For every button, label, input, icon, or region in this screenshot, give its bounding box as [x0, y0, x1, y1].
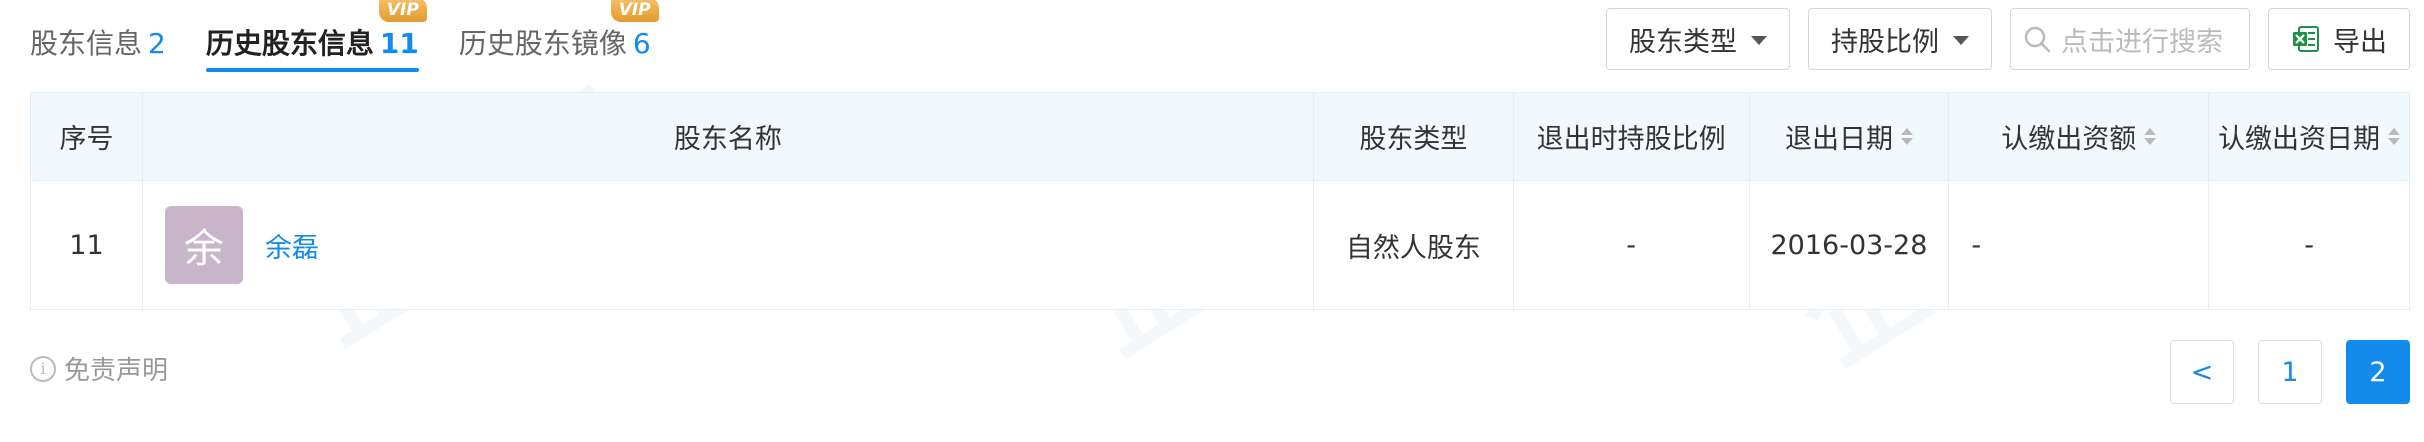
- export-button[interactable]: 导出: [2268, 8, 2410, 70]
- shareholder-name-link[interactable]: 余磊: [265, 226, 319, 265]
- search-input[interactable]: 点击进行搜索: [2010, 8, 2250, 70]
- tab-bar: 股东信息 2 历史股东信息 11 VIP 历史股东镜像 6 VIP: [30, 0, 691, 86]
- excel-icon: [2293, 26, 2319, 52]
- column-header-label: 退出日期: [1784, 124, 1893, 155]
- subscribed-amount: -: [1949, 181, 2210, 309]
- tab-count: 2: [148, 27, 166, 60]
- column-header-label: 认缴出资日期: [2218, 124, 2381, 155]
- prev-page-button[interactable]: <: [2170, 340, 2234, 404]
- tab-shareholder-info[interactable]: 股东信息 2: [30, 0, 166, 72]
- column-header-subscribed-amount[interactable]: 认缴出资额: [1949, 93, 2210, 180]
- search-placeholder: 点击进行搜索: [2061, 26, 2223, 58]
- avatar: 余: [164, 206, 243, 284]
- sort-icon: [2144, 128, 2157, 145]
- history-shareholder-table: 序号 股东名称 股东类型 退出时持股比例 退出日期 认缴出资额 认缴出资日期 1…: [30, 92, 2410, 310]
- sort-icon: [2388, 128, 2401, 145]
- tab-count: 6: [632, 27, 651, 60]
- shareholder-type-dropdown[interactable]: 股东类型: [1606, 8, 1790, 70]
- toolbar: 股东类型 持股比例 点击进行搜索 导出: [1606, 8, 2410, 70]
- vip-badge: VIP: [378, 0, 427, 22]
- caret-down-icon: [1953, 35, 1969, 45]
- exit-date: 2016-03-28: [1750, 181, 1950, 309]
- dropdown-label: 持股比例: [1831, 26, 1939, 58]
- column-header-exit-date[interactable]: 退出日期: [1750, 93, 1950, 180]
- tab-history-shareholder-mirror[interactable]: 历史股东镜像 6 VIP: [458, 0, 659, 72]
- table-header: 序号 股东名称 股东类型 退出时持股比例 退出日期 认缴出资额 认缴出资日期: [31, 93, 2409, 181]
- pagination: < 1 2: [2170, 340, 2410, 404]
- tab-history-shareholder-info[interactable]: 历史股东信息 11 VIP: [205, 0, 427, 72]
- column-header-name: 股东名称: [143, 93, 1314, 180]
- export-label: 导出: [2333, 26, 2387, 58]
- search-icon: [2024, 26, 2051, 53]
- shareholder-type: 自然人股东: [1314, 181, 1514, 309]
- page-button-1[interactable]: 1: [2258, 340, 2322, 404]
- table-row: 11 余 余磊 自然人股东 - 2016-03-28 - -: [31, 181, 2409, 309]
- disclaimer-label: 免责声明: [64, 356, 169, 386]
- column-header-label: 认缴出资额: [2001, 124, 2137, 155]
- tab-label: 股东信息: [30, 27, 143, 60]
- active-tab-indicator: [205, 68, 419, 72]
- disclaimer-link[interactable]: i 免责声明: [30, 350, 168, 387]
- shareholder-name-cell: 余 余磊: [143, 181, 1314, 309]
- tab-count: 11: [379, 27, 419, 60]
- caret-down-icon: [1751, 35, 1767, 45]
- column-header-exit-ratio: 退出时持股比例: [1514, 93, 1750, 180]
- page-button-2[interactable]: 2: [2346, 340, 2410, 404]
- holding-ratio-dropdown[interactable]: 持股比例: [1808, 8, 1992, 70]
- column-header-subscribed-date[interactable]: 认缴出资日期: [2209, 93, 2409, 180]
- dropdown-label: 股东类型: [1629, 26, 1737, 58]
- column-header-index: 序号: [31, 93, 143, 180]
- tab-label: 历史股东镜像: [458, 27, 627, 60]
- column-header-type: 股东类型: [1314, 93, 1514, 180]
- vip-badge: VIP: [610, 0, 659, 22]
- exit-ratio: -: [1514, 181, 1750, 309]
- info-icon: i: [30, 355, 56, 382]
- sort-icon: [1900, 128, 1913, 145]
- tab-label: 历史股东信息: [205, 27, 374, 60]
- row-index: 11: [31, 181, 143, 309]
- subscribed-date: -: [2304, 229, 2314, 261]
